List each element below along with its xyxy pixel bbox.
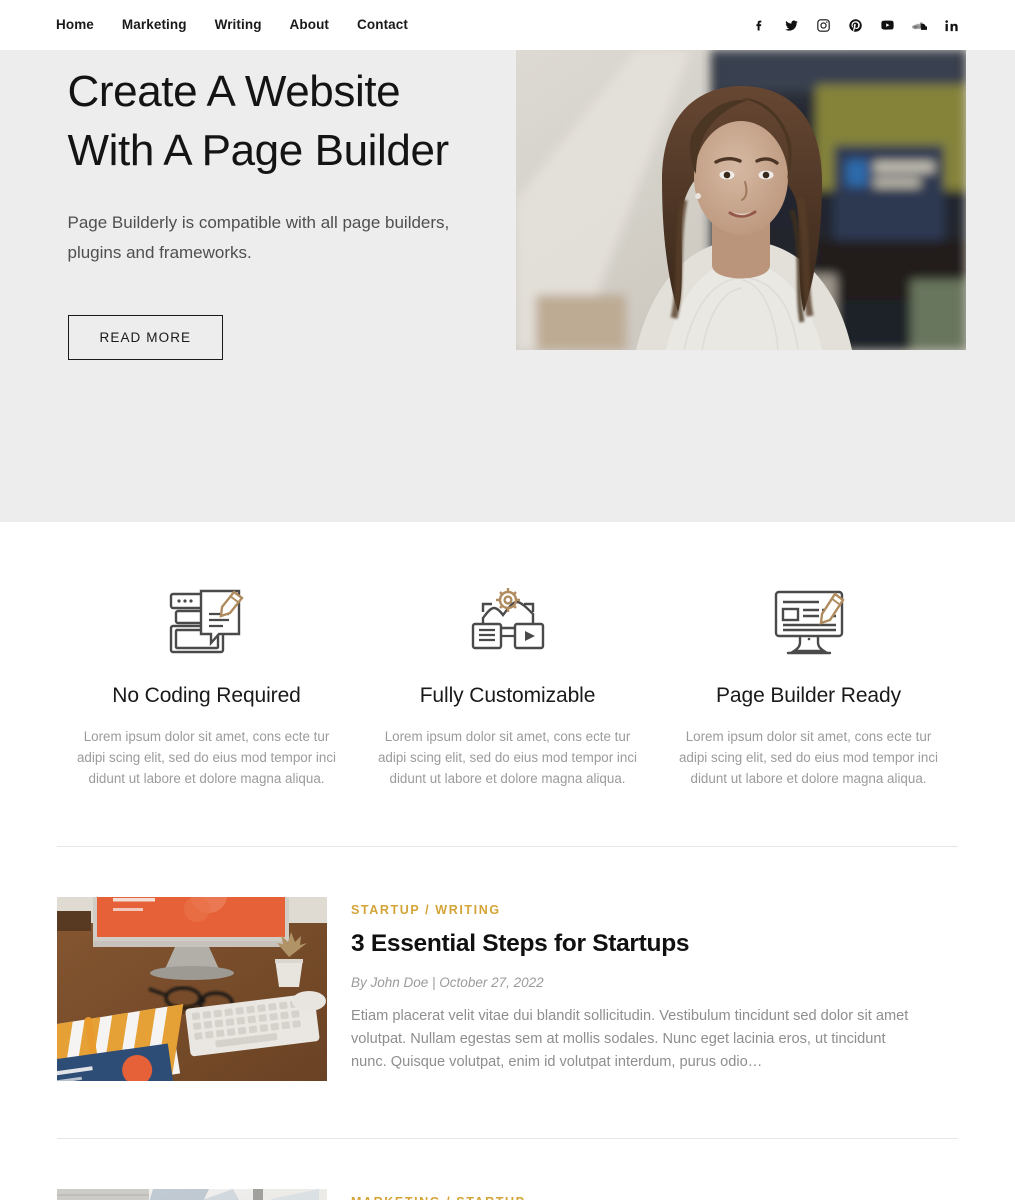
post-item: MARKETING / STARTUP [0,1139,1015,1200]
nav-link-writing[interactable]: Writing [215,18,262,32]
feature-no-coding-required: No Coding Required Lorem ipsum dolor sit… [56,578,357,789]
feature-title: Fully Customizable [419,684,596,707]
pinterest-icon[interactable] [848,18,863,33]
post-body: MARKETING / STARTUP [351,1189,958,1200]
feature-text: Lorem ipsum dolor sit amet, cons ecte tu… [377,729,638,786]
nav-link-home[interactable]: Home [56,18,94,32]
hero-title-line-1: Create A Website [67,67,401,116]
feature-fully-customizable: Fully Customizable Lorem ipsum dolor sit… [357,578,658,789]
feature-title: No Coding Required [112,684,301,707]
nav-link-about[interactable]: About [290,18,329,32]
soundcloud-icon[interactable] [912,18,927,33]
linkedin-icon[interactable] [944,18,959,33]
hero-copy: Create A Website With A Page Builder Pag… [67,62,500,360]
post-meta: By John Doe | October 27, 2022 [351,975,544,991]
features-section: No Coding Required Lorem ipsum dolor sit… [0,522,1015,789]
feature-text: Lorem ipsum dolor sit amet, cons ecte tu… [678,729,939,786]
nav-link-contact[interactable]: Contact [357,18,408,32]
main-menu: Home Marketing Writing About Contact [56,18,408,32]
hero-subtitle: Page Builderly is compatible with all pa… [67,213,450,262]
feature-text: Lorem ipsum dolor sit amet, cons ecte tu… [76,729,337,786]
post-thumbnail[interactable] [57,1189,327,1200]
browser-document-pencil-icon [74,578,339,662]
gear-media-play-icon [375,578,640,662]
facebook-icon[interactable] [752,18,767,33]
read-more-button[interactable]: READ MORE [67,315,224,360]
post-category[interactable]: MARKETING / STARTUP [351,1195,958,1200]
post-thumbnail-graphic [57,897,327,1081]
post-thumbnail[interactable] [57,897,327,1081]
youtube-icon[interactable] [880,18,895,33]
post-category[interactable]: STARTUP / WRITING [351,903,958,917]
monitor-pencil-icon [676,578,941,662]
hero-photo-graphic [515,50,966,350]
page-title: Create A Website With A Page Builder [68,62,500,180]
post-item: STARTUP / WRITING 3 Essential Steps for … [0,847,1015,1081]
post-body: STARTUP / WRITING 3 Essential Steps for … [351,897,958,1081]
post-title[interactable]: 3 Essential Steps for Startups [351,929,958,958]
instagram-icon[interactable] [816,18,831,33]
nav-link-marketing[interactable]: Marketing [122,18,187,32]
top-navigation-bar: Home Marketing Writing About Contact [0,0,1015,50]
hero-section: Create A Website With A Page Builder Pag… [0,50,1015,522]
feature-page-builder-ready: Page Builder Ready Lorem ipsum dolor sit… [658,578,959,789]
hero-title-line-2: With A Page Builder [67,126,450,175]
post-excerpt: Etiam placerat velit vitae dui blandit s… [351,1008,909,1071]
post-thumbnail-graphic [57,1189,327,1200]
social-links [752,18,959,33]
feature-title: Page Builder Ready [716,684,901,707]
hero-image [515,50,966,350]
twitter-icon[interactable] [784,18,799,33]
